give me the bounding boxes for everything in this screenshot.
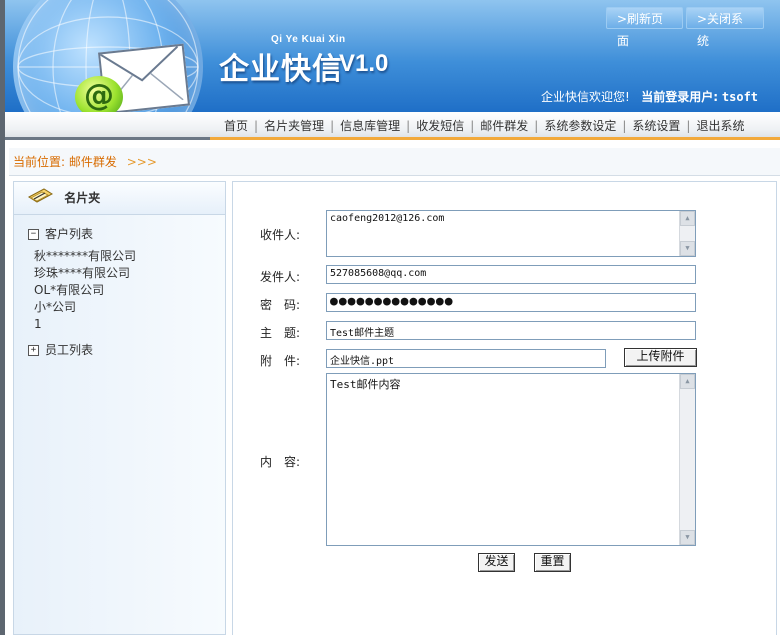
refresh-page-button[interactable]: >刷新页面 [606,7,683,48]
breadcrumb: 当前位置: 邮件群发 >>> [9,148,780,176]
password-mask: ●●●●●●●●●●●●●● [330,294,454,309]
at-sign-icon: @ [75,76,123,112]
to-label: 收件人: [260,228,301,242]
nav-sms[interactable]: 收发短信 [416,119,464,133]
nav-separator: | [470,119,475,133]
nav-separator: | [254,119,259,133]
nav-card-folder[interactable]: 名片夹管理 [264,119,324,133]
password-label: 密 码: [260,298,301,312]
list-item[interactable]: 小*公司 [34,299,225,316]
attachment-label: 附 件: [260,354,301,368]
nav-separator: | [534,119,539,133]
content-value: Test邮件内容 [330,378,401,391]
tree-group-customers[interactable]: − 客户列表 [28,225,225,242]
welcome-bar: 企业快信欢迎您! 当前登录用户: tsoft [541,88,758,105]
content-textarea[interactable]: Test邮件内容 ▲ ▼ [326,373,696,546]
customer-list: 秋*******有限公司 珍珠****有限公司 OL*有限公司 小*公司 1 [28,248,225,333]
list-item[interactable]: 珍珠****有限公司 [34,265,225,282]
subject-input[interactable]: Test邮件主题 [326,321,696,340]
from-label: 发件人: [260,270,301,284]
list-item[interactable]: OL*有限公司 [34,282,225,299]
from-input[interactable]: 527085608@qq.com [326,265,696,284]
scrollbar[interactable]: ▲ ▼ [679,374,695,545]
login-label: 当前登录用户: [641,90,719,104]
nav-info-library[interactable]: 信息库管理 [340,119,400,133]
send-button[interactable]: 发送 [478,553,515,572]
upload-attachment-button[interactable]: 上传附件 [624,348,697,367]
to-textarea[interactable]: caofeng2012@126.com ▲ ▼ [326,210,696,257]
collapse-icon[interactable]: − [28,229,39,240]
tree-group-employees[interactable]: + 员工列表 [28,341,225,358]
breadcrumb-arrows: >>> [126,155,157,169]
nav-accent-dark [5,137,210,140]
scroll-down-icon[interactable]: ▼ [680,530,695,545]
nav-system-params[interactable]: 系统参数设定 [544,119,616,133]
breadcrumb-label: 当前位置: [13,155,66,169]
expand-icon[interactable]: + [28,345,39,356]
welcome-text: 企业快信欢迎您! [541,90,630,104]
to-value: caofeng2012@126.com [330,213,445,224]
password-input[interactable]: ●●●●●●●●●●●●●● [326,293,696,312]
nav-exit[interactable]: 退出系统 [696,119,744,133]
tree-group-label: 客户列表 [45,227,94,241]
scroll-down-icon[interactable]: ▼ [680,241,695,256]
brand-name: 企业快信 [219,52,343,87]
business-card-icon [28,183,54,215]
breadcrumb-current: 邮件群发 [68,155,117,169]
nav-mass-mail[interactable]: 邮件群发 [480,119,528,133]
nav-items: 首页 | 名片夹管理 | 信息库管理 | 收发短信 | 邮件群发 | 系统参数设定 | 系统设置 | 退出系… [224,117,744,134]
nav-home[interactable]: 首页 [224,119,248,133]
login-user: tsoft [721,90,759,104]
brand-version: V1.0 [339,50,389,77]
sidebar-header: 名片夹 [14,182,225,215]
contact-tree: − 客户列表 秋*******有限公司 珍珠****有限公司 OL*有限公司 小*… [14,215,225,358]
attachment-input[interactable]: 企业快信.ppt [326,349,606,368]
list-item[interactable]: 秋*******有限公司 [34,248,225,265]
scrollbar[interactable]: ▲ ▼ [679,211,695,256]
scroll-up-icon[interactable]: ▲ [680,374,695,389]
nav-separator: | [622,119,627,133]
main-nav: 首页 | 名片夹管理 | 信息库管理 | 收发短信 | 邮件群发 | 系统参数设定 | 系统设置 | 退出系… [5,112,780,140]
sidebar: 名片夹 − 客户列表 秋*******有限公司 珍珠****有限公司 OL*有限公… [13,181,226,635]
nav-separator: | [686,119,691,133]
sidebar-title: 名片夹 [64,191,101,205]
close-system-button[interactable]: >关闭系统 [686,7,764,48]
tree-group-label: 员工列表 [45,343,94,357]
nav-separator: | [330,119,335,133]
nav-separator: | [406,119,411,133]
mail-form-panel: 收件人: caofeng2012@126.com ▲ ▼ 发件人: 527085… [232,181,777,635]
list-item[interactable]: 1 [34,316,225,333]
subject-label: 主 题: [260,326,301,340]
reset-button[interactable]: 重置 [534,553,571,572]
scroll-up-icon[interactable]: ▲ [680,211,695,226]
app-header: @ Qi Ye Kuai Xin 企业快信 V1.0 >刷新页面 >关闭系统 企… [5,0,780,112]
nav-system-settings[interactable]: 系统设置 [632,119,680,133]
content-label: 内 容: [260,455,301,469]
